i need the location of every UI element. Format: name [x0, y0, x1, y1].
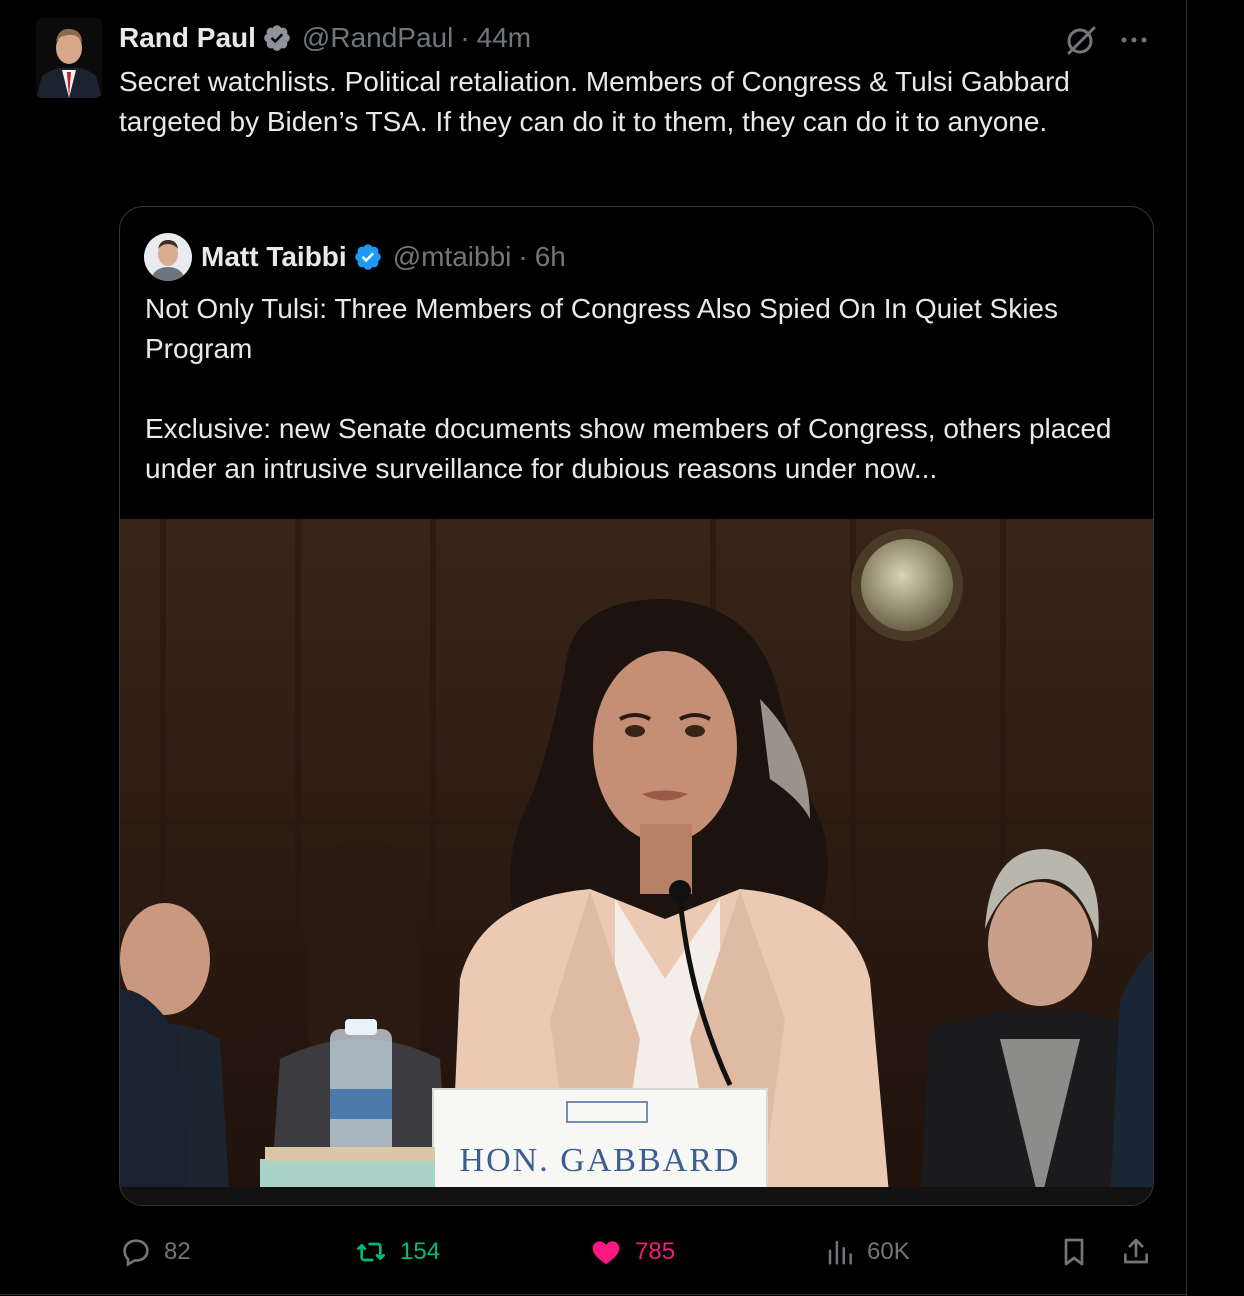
quoted-post-image[interactable]: HON. GABBARD [120, 519, 1153, 1205]
post-time[interactable]: 44m [477, 22, 531, 54]
quoted-post-time[interactable]: 6h [535, 241, 566, 273]
separator-dot: · [460, 22, 470, 53]
column-border [1186, 0, 1187, 1296]
post-divider [0, 1294, 1187, 1295]
share-button[interactable] [1120, 1230, 1164, 1274]
repost-count: 154 [400, 1238, 441, 1265]
reply-count: 82 [164, 1238, 191, 1265]
reply-button[interactable]: 82 [120, 1230, 191, 1274]
nameplate-text: HON. GABBARD [460, 1142, 741, 1179]
grok-icon[interactable] [1063, 22, 1099, 58]
bookmark-button[interactable] [1058, 1230, 1102, 1274]
quoted-author-name[interactable]: Matt Taibbi [201, 241, 347, 273]
action-bar: 82 154 785 60K [0, 1230, 1187, 1274]
views-count: 60K [867, 1238, 910, 1265]
post-text: Secret watchlists. Political retaliation… [119, 66, 1070, 137]
quoted-title: Not Only Tulsi: Three Members of Congres… [145, 293, 1058, 364]
like-count: 785 [635, 1238, 676, 1265]
repost-icon [357, 1242, 385, 1262]
author-avatar[interactable] [36, 18, 102, 98]
post-header: Rand Paul @RandPaul · 44m [119, 20, 531, 56]
quoted-author-avatar[interactable] [144, 233, 192, 281]
bookmark-icon [1064, 1238, 1084, 1266]
like-icon [592, 1241, 620, 1265]
more-icon[interactable] [1114, 22, 1154, 58]
share-icon [1124, 1238, 1148, 1264]
verified-badge-icon [264, 25, 290, 51]
quoted-header: Matt Taibbi @mtaibbi · 6h [201, 237, 566, 277]
quoted-description: Exclusive: new Senate documents show mem… [145, 413, 1112, 484]
like-button[interactable]: 785 [589, 1230, 675, 1274]
separator-dot: · [518, 241, 528, 272]
author-name[interactable]: Rand Paul [119, 22, 256, 54]
author-handle[interactable]: @RandPaul [302, 22, 453, 54]
quoted-author-handle[interactable]: @mtaibbi [393, 241, 512, 273]
reply-icon [123, 1239, 149, 1267]
verified-badge-icon [354, 244, 381, 270]
repost-button[interactable]: 154 [354, 1230, 440, 1274]
views-icon [828, 1240, 852, 1265]
views-button[interactable]: 60K [825, 1230, 910, 1274]
quoted-post[interactable]: Matt Taibbi @mtaibbi · 6h Not Only Tulsi… [119, 206, 1154, 1206]
